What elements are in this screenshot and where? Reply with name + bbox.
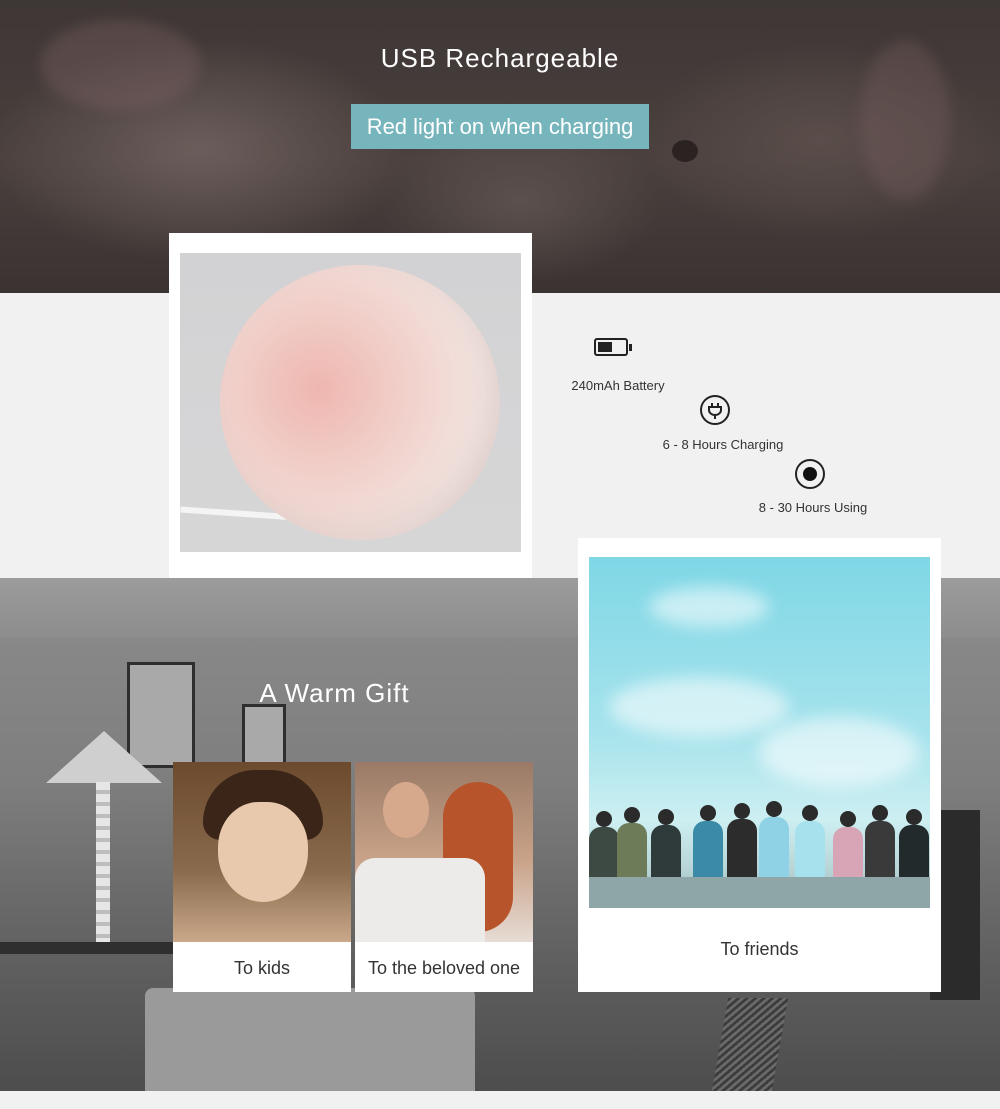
gift-photo-kids (173, 762, 351, 942)
person (617, 807, 647, 877)
gift-photo-friends (589, 557, 930, 908)
cloud (609, 677, 789, 737)
product-photo (180, 253, 521, 552)
couple-shirt (355, 858, 485, 942)
sofa (145, 988, 475, 1091)
person (759, 801, 789, 877)
section-title-usb: USB Rechargeable (380, 43, 620, 73)
spec-charging-label: 6 - 8 Hours Charging (662, 437, 784, 452)
floor-lamp-shade (46, 731, 162, 783)
spec-using-label: 8 - 30 Hours Using (758, 500, 868, 515)
kid-face (218, 802, 308, 902)
wall-picture-frame (242, 704, 286, 768)
blurred-background-shape (672, 140, 698, 162)
charging-badge: Red light on when charging (351, 104, 649, 149)
spec-battery-label: 240mAh Battery (571, 378, 665, 393)
person (795, 805, 825, 877)
section-title-gift: A Warm Gift (259, 678, 410, 708)
gift-card-kids: To kids (173, 762, 351, 992)
gift-photo-couple (355, 762, 533, 942)
gift-card-friends: To friends (578, 538, 941, 992)
floor-rug (711, 998, 789, 1091)
side-table (0, 942, 175, 954)
cloud (649, 587, 769, 627)
moon-lamp (220, 265, 500, 540)
record-icon (795, 459, 825, 489)
gift-caption: To kids (233, 958, 291, 978)
floor-lamp-pole (96, 782, 110, 952)
couple-man (383, 782, 429, 838)
gift-card-beloved: To the beloved one (355, 762, 533, 992)
gift-caption: To friends (720, 939, 799, 959)
person (651, 809, 681, 877)
person (865, 805, 895, 877)
cloud (759, 717, 919, 787)
gift-caption: To the beloved one (367, 958, 521, 978)
sea-wall (589, 877, 930, 908)
battery-icon (594, 338, 632, 356)
person (589, 811, 619, 877)
person (693, 805, 723, 877)
product-photo-card (169, 233, 532, 578)
person (899, 809, 929, 877)
person (833, 811, 863, 877)
person (727, 803, 757, 877)
plug-icon (700, 395, 730, 425)
